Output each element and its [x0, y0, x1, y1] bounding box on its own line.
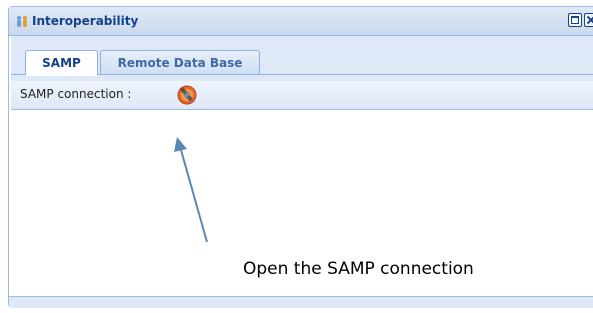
people-icon — [17, 16, 27, 27]
close-icon[interactable] — [584, 13, 593, 27]
window-title-bar[interactable]: Interoperability — [9, 7, 593, 36]
annotation-text: Open the SAMP connection — [243, 259, 474, 279]
plug-connect-icon[interactable] — [176, 85, 198, 105]
window-title: Interoperability — [32, 14, 139, 28]
maximize-icon[interactable] — [568, 13, 582, 27]
tab-strip: SAMP Remote Data Base — [11, 36, 593, 81]
tab-remote-data-base[interactable]: Remote Data Base — [100, 50, 260, 74]
window-bottom-bar — [9, 296, 593, 308]
samp-toolbar: SAMP connection : — [11, 81, 593, 110]
active-tab-joiner — [26, 73, 97, 76]
interoperability-window: Interoperability SAMP Remote Data Base S… — [8, 6, 593, 308]
samp-panel-body: Open the SAMP connection — [11, 110, 593, 295]
tab-strip-divider — [11, 74, 593, 75]
tab-samp[interactable]: SAMP — [25, 50, 98, 75]
samp-connection-label: SAMP connection : — [20, 87, 132, 101]
